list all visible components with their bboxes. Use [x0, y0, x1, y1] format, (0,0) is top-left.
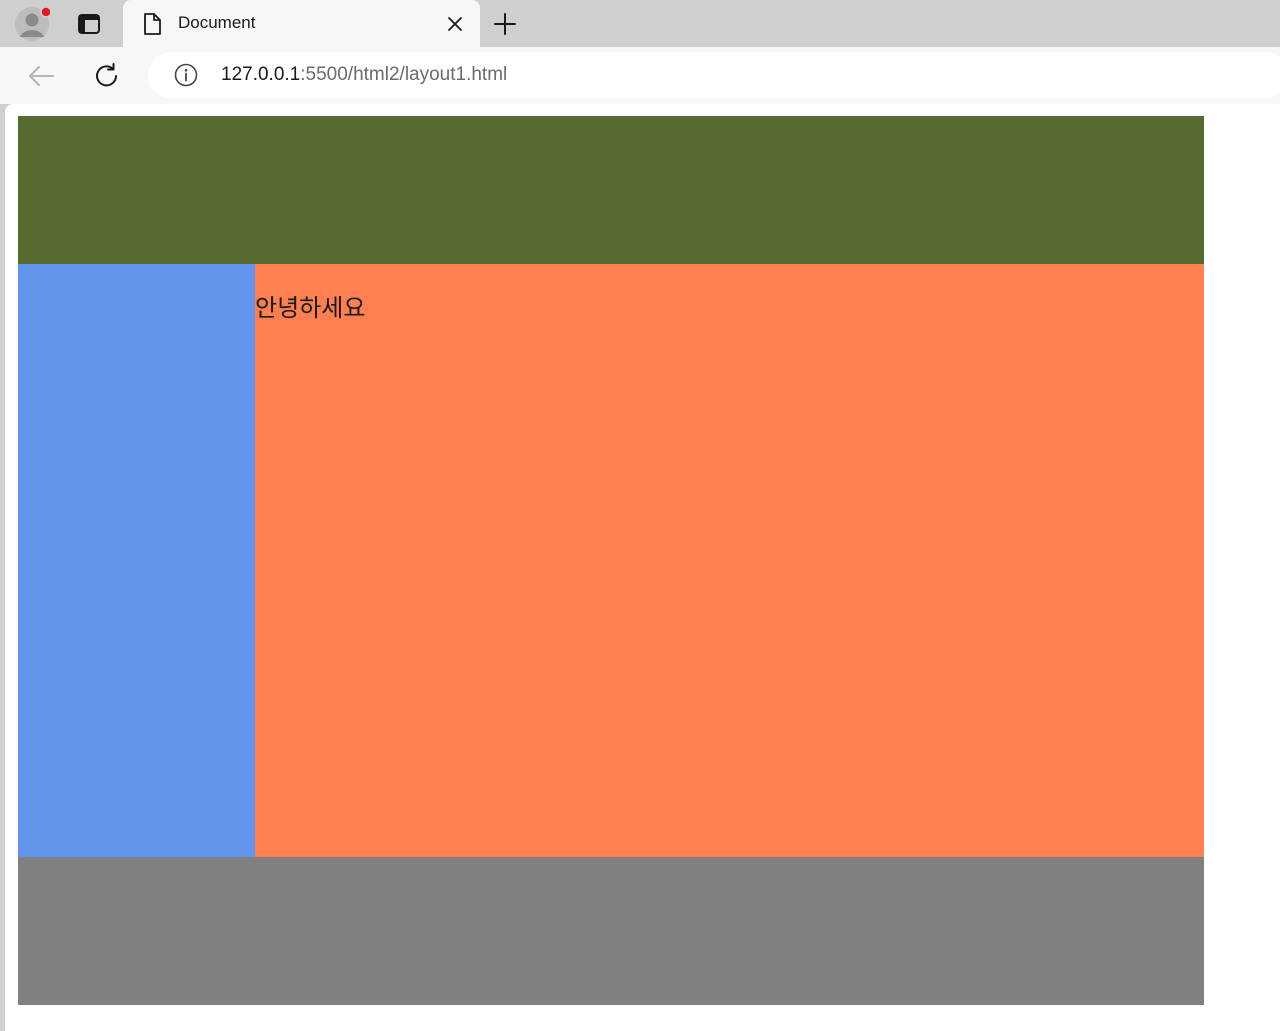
back-arrow-icon: [29, 66, 54, 86]
toolbar: 127.0.0.1:5500/html2/layout1.html: [0, 47, 1280, 104]
page-viewport: 안녕하세요: [5, 104, 1280, 1031]
profile-avatar-icon: [15, 6, 50, 41]
url-path: :5500/html2/layout1.html: [300, 64, 508, 85]
plus-icon: [494, 13, 516, 35]
reload-icon: [96, 63, 117, 87]
info-icon[interactable]: [174, 63, 198, 87]
reload-button[interactable]: [90, 59, 124, 93]
new-tab-button[interactable]: [490, 9, 520, 39]
page-header: [18, 116, 1204, 264]
address-bar[interactable]: 127.0.0.1:5500/html2/layout1.html: [148, 52, 1280, 98]
url-text[interactable]: 127.0.0.1:5500/html2/layout1.html: [221, 64, 507, 86]
page-sidebar: [18, 264, 255, 857]
page-middle: 안녕하세요: [18, 264, 1204, 857]
workspaces-button[interactable]: [72, 8, 106, 40]
page-footer: [18, 857, 1204, 1005]
document-icon: [141, 12, 163, 36]
browser-window: Document 127.0.0.1:5500/html2/layout1.ht…: [0, 0, 1280, 1031]
page-layout: 안녕하세요: [18, 116, 1204, 1005]
tab-actions-icon: [78, 14, 100, 34]
profile-button[interactable]: [14, 6, 50, 42]
url-host: 127.0.0.1: [221, 64, 301, 85]
back-button[interactable]: [24, 61, 58, 91]
tab-title: Document: [178, 13, 256, 32]
page-content: 안녕하세요: [255, 264, 1204, 857]
content-text: 안녕하세요: [255, 294, 366, 322]
close-icon[interactable]: [443, 12, 467, 36]
tab-document[interactable]: Document: [123, 0, 480, 47]
tab-strip: Document: [0, 0, 1280, 47]
